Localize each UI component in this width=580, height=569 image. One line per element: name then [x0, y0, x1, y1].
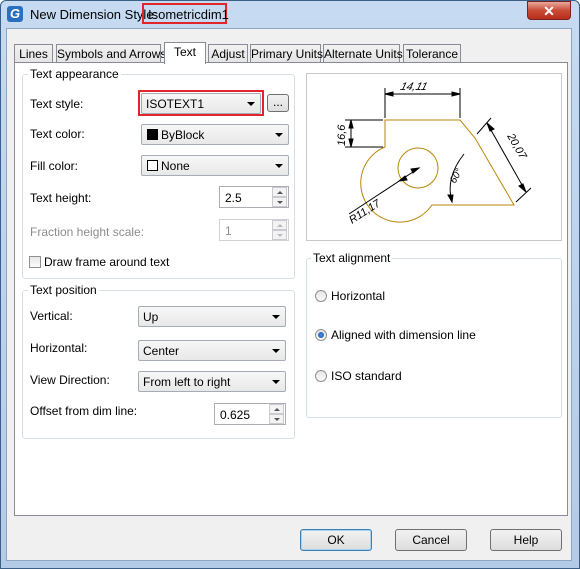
tab-tolerance[interactable]: Tolerance	[403, 44, 461, 63]
text-alignment-title: Text alignment	[311, 251, 393, 265]
radio-horizontal[interactable]	[315, 290, 327, 302]
window-title-prefix: New Dimension Style:	[30, 7, 158, 22]
chevron-down-icon	[275, 133, 283, 137]
vertical-value: Up	[143, 310, 159, 324]
tab-text[interactable]: Text	[164, 42, 206, 64]
dim-top-label: 14,11	[399, 81, 429, 93]
radio-iso-standard[interactable]	[315, 370, 327, 382]
text-style-value: ISOTEXT1	[146, 97, 205, 111]
title-bar: G New Dimension Style: Isometricdim1 ✕	[0, 0, 578, 28]
ok-button[interactable]: OK	[300, 529, 372, 551]
part-outline	[360, 119, 515, 223]
spin-down-icon	[272, 230, 287, 240]
text-style-dropdown[interactable]: ISOTEXT1	[141, 93, 261, 114]
preview-drawing: 14,11 16,6 20,07 60° R11,17	[336, 81, 532, 227]
cancel-button[interactable]: Cancel	[395, 529, 467, 551]
fill-color-value: None	[161, 159, 190, 173]
view-direction-label: View Direction:	[30, 373, 110, 387]
dim-right-label: 20,07	[504, 131, 529, 162]
tab-adjust[interactable]: Adjust	[208, 44, 248, 63]
text-style-browse-button[interactable]: ...	[267, 94, 289, 112]
spin-up-icon[interactable]	[269, 404, 284, 414]
text-style-label: Text style:	[30, 97, 84, 111]
tab-alternate-units[interactable]: Alternate Units	[323, 44, 403, 63]
text-height-label: Text height:	[30, 191, 92, 205]
horizontal-value: Center	[143, 344, 180, 358]
dimension-preview: 14,11 16,6 20,07 60° R11,17	[306, 73, 562, 241]
spin-down-icon[interactable]	[269, 414, 284, 424]
app-logo-icon: G	[7, 6, 23, 22]
text-height-stepper[interactable]: 2.5	[219, 186, 289, 208]
offset-from-dim-line-stepper[interactable]: 0.625	[214, 403, 286, 425]
chevron-down-icon	[272, 315, 280, 319]
fill-color-dropdown[interactable]: None	[141, 155, 289, 176]
chevron-down-icon	[272, 380, 280, 384]
draw-frame-checkbox[interactable]	[29, 256, 41, 268]
text-height-value: 2.5	[225, 191, 242, 205]
radio-iso-standard-label: ISO standard	[331, 369, 402, 383]
vertical-dropdown[interactable]: Up	[138, 306, 286, 327]
text-color-label: Text color:	[30, 127, 85, 141]
close-button[interactable]: ✕	[527, 1, 571, 20]
text-color-dropdown[interactable]: ByBlock	[141, 124, 289, 145]
radio-aligned-with-dimension-line[interactable]	[315, 329, 327, 341]
fill-color-label: Fill color:	[30, 159, 79, 173]
dimension-lines	[345, 88, 532, 215]
horizontal-dropdown[interactable]: Center	[138, 340, 286, 361]
color-swatch-icon	[147, 129, 158, 140]
spin-up-icon	[272, 220, 287, 230]
tab-primary-units[interactable]: Primary Units	[250, 44, 323, 63]
text-appearance-title: Text appearance	[28, 67, 121, 81]
radio-horizontal-label: Horizontal	[331, 289, 386, 303]
text-color-value: ByBlock	[161, 128, 205, 142]
horizontal-label: Horizontal:	[30, 341, 88, 355]
tab-symbols-and-arrows[interactable]: Symbols and Arrows	[56, 44, 166, 63]
spin-down-icon[interactable]	[272, 197, 287, 207]
dim-left-label: 16,6	[336, 124, 348, 146]
help-button[interactable]: Help	[490, 529, 562, 551]
offset-from-dim-line-label: Offset from dim line:	[30, 404, 138, 418]
spin-up-icon[interactable]	[272, 187, 287, 197]
fraction-height-scale-value: 1	[225, 224, 232, 238]
window-title-style-name: Isometricdim1	[148, 7, 229, 22]
chevron-down-icon	[275, 164, 283, 168]
text-position-title: Text position	[28, 283, 99, 297]
fraction-height-scale-label: Fraction height scale:	[30, 225, 145, 239]
view-direction-value: From left to right	[143, 375, 231, 389]
chevron-down-icon	[247, 102, 255, 106]
fraction-height-scale-stepper: 1	[219, 219, 289, 241]
chevron-down-icon	[272, 349, 280, 353]
view-direction-dropdown[interactable]: From left to right	[138, 371, 286, 392]
radio-aligned-label: Aligned with dimension line	[331, 328, 476, 342]
color-swatch-icon	[147, 160, 158, 171]
tab-lines[interactable]: Lines	[14, 44, 53, 63]
offset-from-dim-line-value: 0.625	[220, 408, 251, 422]
draw-frame-label: Draw frame around text	[44, 255, 170, 269]
vertical-label: Vertical:	[30, 309, 73, 323]
